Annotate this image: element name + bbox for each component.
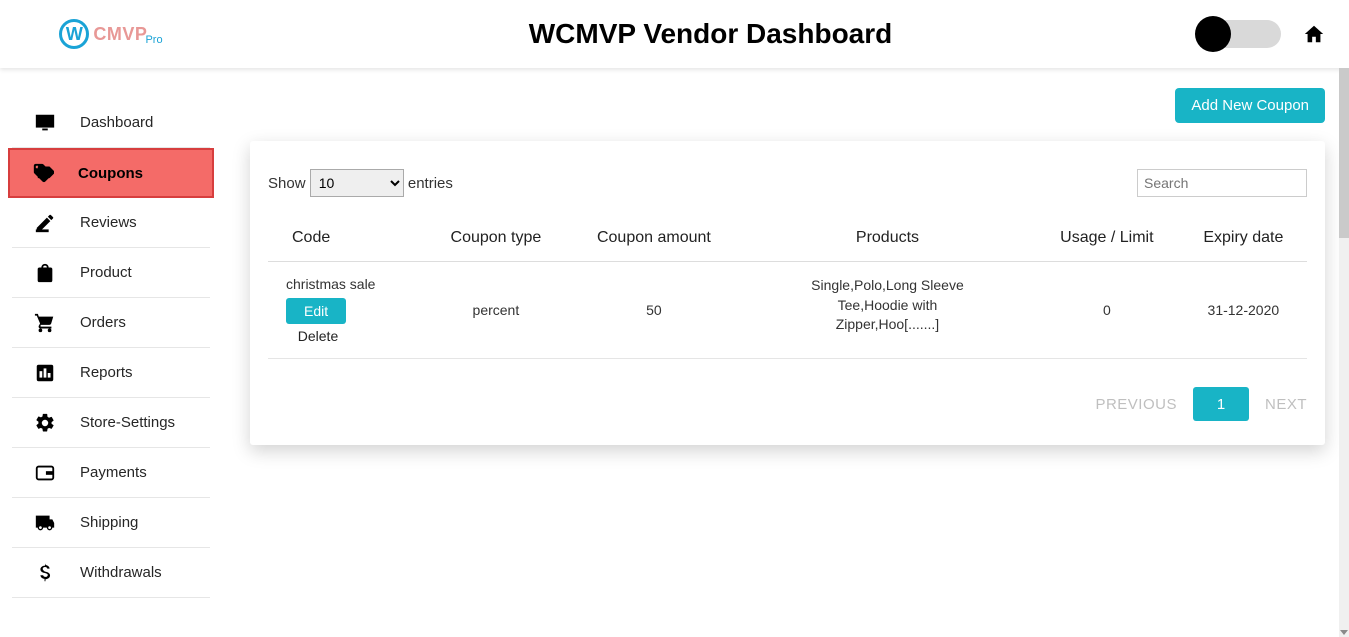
logo-circle-icon: W xyxy=(59,19,89,49)
sidebar-item-label: Withdrawals xyxy=(80,564,162,581)
next-button[interactable]: NEXT xyxy=(1265,396,1307,413)
chart-icon xyxy=(34,362,56,384)
usage-limit-cell: 0 xyxy=(1034,262,1180,359)
col-expiry-date[interactable]: Expiry date xyxy=(1180,219,1307,262)
monitor-icon xyxy=(34,112,56,134)
pagination: PREVIOUS 1 NEXT xyxy=(268,387,1307,421)
sidebar-item-label: Payments xyxy=(80,464,147,481)
sidebar-item-label: Store-Settings xyxy=(80,414,175,431)
products-cell: Single,Polo,Long Sleeve Tee,Hoodie with … xyxy=(787,276,987,335)
sidebar: Dashboard Coupons Reviews Product Orders xyxy=(0,68,222,637)
sidebar-item-label: Reports xyxy=(80,364,133,381)
entries-label: entries xyxy=(408,175,453,192)
sidebar-item-coupons[interactable]: Coupons xyxy=(8,148,214,198)
sidebar-item-label: Product xyxy=(80,264,132,281)
sidebar-item-orders[interactable]: Orders xyxy=(12,298,210,348)
page-scrollbar[interactable] xyxy=(1339,68,1349,637)
show-label: Show xyxy=(268,175,306,192)
expiry-cell: 31-12-2020 xyxy=(1180,262,1307,359)
sidebar-item-label: Shipping xyxy=(80,514,138,531)
logo-text: CMVP xyxy=(93,24,147,45)
sidebar-item-withdrawals[interactable]: Withdrawals xyxy=(12,548,210,598)
edit-button[interactable]: Edit xyxy=(286,298,346,324)
bag-icon xyxy=(34,262,56,284)
topbar-actions xyxy=(1199,20,1349,48)
sidebar-item-dashboard[interactable]: Dashboard xyxy=(12,98,210,148)
cart-icon xyxy=(34,312,56,334)
coupon-amount-cell: 50 xyxy=(567,262,741,359)
coupons-card: Show 10 entries Code Coupon type Coupon … xyxy=(250,141,1325,445)
theme-toggle[interactable] xyxy=(1199,20,1281,48)
sidebar-item-label: Coupons xyxy=(78,165,143,182)
add-new-coupon-button[interactable]: Add New Coupon xyxy=(1175,88,1325,123)
sidebar-item-label: Reviews xyxy=(80,214,137,231)
home-icon[interactable] xyxy=(1303,23,1325,45)
sidebar-item-payments[interactable]: Payments xyxy=(12,448,210,498)
sidebar-item-product[interactable]: Product xyxy=(12,248,210,298)
main-content: Add New Coupon Show 10 entries Code Coup… xyxy=(222,68,1339,637)
previous-button[interactable]: PREVIOUS xyxy=(1095,396,1177,413)
scroll-down-icon[interactable] xyxy=(1340,630,1348,635)
logo[interactable]: W CMVP Pro xyxy=(0,19,222,49)
sidebar-item-label: Orders xyxy=(80,314,126,331)
col-products[interactable]: Products xyxy=(741,219,1034,262)
coupons-table: Code Coupon type Coupon amount Products … xyxy=(268,219,1307,359)
col-coupon-amount[interactable]: Coupon amount xyxy=(567,219,741,262)
scroll-thumb[interactable] xyxy=(1339,68,1349,238)
edit-icon xyxy=(34,212,56,234)
col-code[interactable]: Code xyxy=(268,219,425,262)
sidebar-item-reports[interactable]: Reports xyxy=(12,348,210,398)
gear-icon xyxy=(34,412,56,434)
toggle-knob-icon xyxy=(1195,16,1231,52)
col-usage-limit[interactable]: Usage / Limit xyxy=(1034,219,1180,262)
sidebar-item-reviews[interactable]: Reviews xyxy=(12,198,210,248)
coupon-type-cell: percent xyxy=(425,262,567,359)
truck-icon xyxy=(34,512,56,534)
delete-link[interactable]: Delete xyxy=(286,328,350,344)
sidebar-item-store-settings[interactable]: Store-Settings xyxy=(12,398,210,448)
topbar: W CMVP Pro WCMVP Vendor Dashboard xyxy=(0,0,1349,68)
table-row: christmas sale Edit Delete percent 50 Si… xyxy=(268,262,1307,359)
logo-sub: Pro xyxy=(145,34,162,46)
tag-icon xyxy=(32,162,54,184)
length-control: Show 10 entries xyxy=(268,169,453,197)
page-number-current[interactable]: 1 xyxy=(1193,387,1249,421)
sidebar-item-shipping[interactable]: Shipping xyxy=(12,498,210,548)
page-title: WCMVP Vendor Dashboard xyxy=(222,18,1199,50)
entries-select[interactable]: 10 xyxy=(310,169,404,197)
dollar-icon xyxy=(34,562,56,584)
search-input[interactable] xyxy=(1137,169,1307,197)
sidebar-item-label: Dashboard xyxy=(80,114,153,131)
wallet-icon xyxy=(34,462,56,484)
col-coupon-type[interactable]: Coupon type xyxy=(425,219,567,262)
coupon-code: christmas sale xyxy=(286,276,419,292)
